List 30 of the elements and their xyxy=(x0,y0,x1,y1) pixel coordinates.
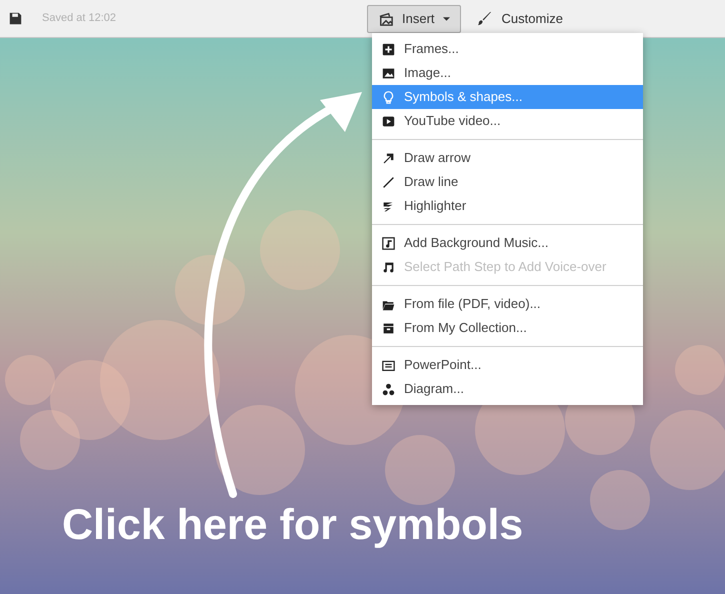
image-icon xyxy=(382,66,395,80)
caret-icon xyxy=(442,16,450,20)
lightbulb-icon xyxy=(382,90,395,104)
menu-item[interactable]: Image... xyxy=(372,61,643,85)
menu-item[interactable]: PowerPoint... xyxy=(372,353,643,377)
menu-item[interactable]: Highlighter xyxy=(372,194,643,218)
menu-item[interactable]: From My Collection... xyxy=(372,316,643,340)
insert-button[interactable]: Insert xyxy=(367,4,461,32)
menu-item[interactable]: Draw line xyxy=(372,170,643,194)
menu-item[interactable]: Frames... xyxy=(372,37,643,61)
customize-button[interactable]: Customize xyxy=(476,8,563,28)
slides-icon xyxy=(382,358,395,372)
save-icon[interactable] xyxy=(9,12,22,25)
caption: Click here for symbols xyxy=(62,504,524,547)
brush-icon xyxy=(476,11,492,26)
line-icon xyxy=(382,176,395,188)
images-icon xyxy=(378,12,394,26)
menu-item[interactable]: Add Background Music... xyxy=(372,231,643,255)
diagram-icon xyxy=(382,382,395,396)
archive-box-icon xyxy=(382,322,395,334)
plus-frame-icon xyxy=(382,42,395,56)
save-status: Saved at 12:02 xyxy=(42,11,116,26)
menu-item[interactable]: From file (PDF, video)... xyxy=(372,292,643,316)
music-note-icon xyxy=(382,236,395,250)
menu-item[interactable]: Diagram... xyxy=(372,377,643,401)
music-note-icon xyxy=(382,260,395,274)
menu-item[interactable]: Draw arrow xyxy=(372,146,643,170)
menu-item[interactable]: YouTube video... xyxy=(372,109,643,133)
play-icon xyxy=(382,114,395,128)
arrow-icon xyxy=(382,152,395,164)
